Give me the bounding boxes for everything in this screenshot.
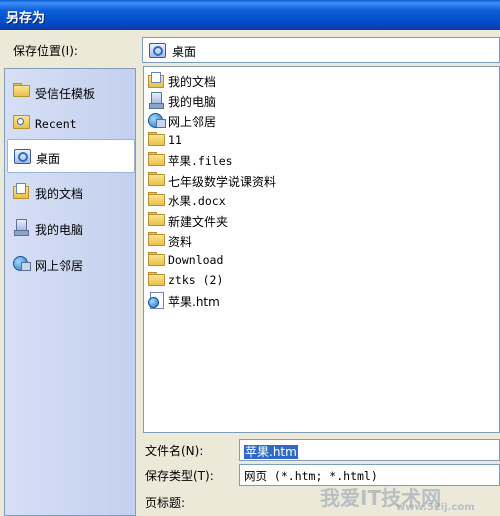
page-title-label: 页标题:: [145, 496, 186, 510]
save-in-dropdown[interactable]: 桌面: [142, 37, 500, 63]
my-documents-icon: [148, 72, 164, 88]
my-documents-icon: [13, 183, 29, 199]
save-in-value: 桌面: [172, 45, 197, 59]
save-in-row: 保存位置(I): 桌面: [0, 34, 500, 66]
dialog-title: 另存为: [6, 11, 46, 26]
places-item-label: 我的文档: [35, 187, 84, 201]
filename-value: 苹果.htm: [244, 445, 298, 459]
file-name: ztks (2): [168, 273, 224, 287]
desktop-icon: [14, 148, 31, 164]
list-item[interactable]: 苹果.htm: [148, 290, 478, 310]
folder-icon: [148, 172, 165, 186]
list-item[interactable]: 我的电脑: [148, 90, 478, 110]
title-bar: 另存为: [0, 0, 500, 30]
folder-icon: [148, 232, 165, 246]
places-item-label: 我的电脑: [35, 223, 84, 237]
watermark-url: www.52ij.com: [396, 502, 475, 513]
places-item-label: 桌面: [36, 152, 61, 166]
places-item-my-documents[interactable]: 我的文档: [7, 175, 135, 209]
recent-icon: [13, 115, 30, 129]
file-name: 苹果.htm: [168, 295, 220, 309]
file-name: 苹果.files: [168, 154, 233, 168]
list-item[interactable]: 我的文档: [148, 70, 478, 90]
folder-icon: [148, 192, 165, 206]
save-type-label: 保存类型(T):: [145, 469, 214, 483]
file-name: 网上邻居: [168, 115, 217, 129]
file-name: 新建文件夹: [168, 215, 229, 229]
list-item[interactable]: 苹果.files: [148, 150, 478, 170]
save-in-label: 保存位置(I):: [13, 44, 78, 58]
filename-field[interactable]: 苹果.htm: [239, 439, 500, 461]
list-item[interactable]: 11: [148, 130, 478, 150]
folder-icon: [148, 252, 165, 266]
my-computer-icon: [148, 92, 164, 109]
file-name: Download: [168, 253, 224, 267]
places-item-label: 受信任模板: [35, 87, 96, 101]
network-places-icon: [148, 112, 166, 128]
list-item[interactable]: 资料: [148, 230, 478, 250]
folder-icon: [13, 83, 30, 97]
list-item[interactable]: Download: [148, 250, 478, 270]
places-item-network-places[interactable]: 网上邻居: [7, 247, 135, 281]
file-name: 资料: [168, 235, 193, 249]
list-item[interactable]: ztks (2): [148, 270, 478, 290]
desktop-icon: [149, 42, 166, 58]
list-item[interactable]: 七年级数学说课资料: [148, 170, 478, 190]
list-item[interactable]: 水果.docx: [148, 190, 478, 210]
places-item-label: 网上邻居: [35, 259, 84, 273]
places-bar: 受信任模板 Recent 桌面 我的文档 我的电脑 网上邻居: [4, 68, 136, 516]
file-list[interactable]: 我的文档 我的电脑 网上邻居 11 苹果.files 七年级数学说课资料 水果.…: [143, 66, 500, 433]
folder-icon: [148, 212, 165, 226]
file-name: 我的文档: [168, 75, 217, 89]
folder-icon: [148, 132, 165, 146]
my-computer-icon: [13, 219, 29, 236]
htm-file-icon: [148, 292, 164, 309]
file-name: 11: [168, 133, 182, 147]
places-item-recent[interactable]: Recent: [7, 107, 135, 141]
file-name: 我的电脑: [168, 95, 217, 109]
network-places-icon: [13, 255, 31, 271]
file-name: 七年级数学说课资料: [168, 175, 277, 189]
places-item-trusted-templates[interactable]: 受信任模板: [7, 75, 135, 109]
filename-label: 文件名(N):: [145, 444, 204, 458]
list-item[interactable]: 新建文件夹: [148, 210, 478, 230]
file-name: 水果.docx: [168, 194, 226, 208]
folder-icon: [148, 272, 165, 286]
places-item-my-computer[interactable]: 我的电脑: [7, 211, 135, 245]
folder-icon: [148, 152, 165, 166]
list-item[interactable]: 网上邻居: [148, 110, 478, 130]
places-item-desktop[interactable]: 桌面: [7, 139, 135, 173]
places-item-label: Recent: [35, 117, 77, 131]
